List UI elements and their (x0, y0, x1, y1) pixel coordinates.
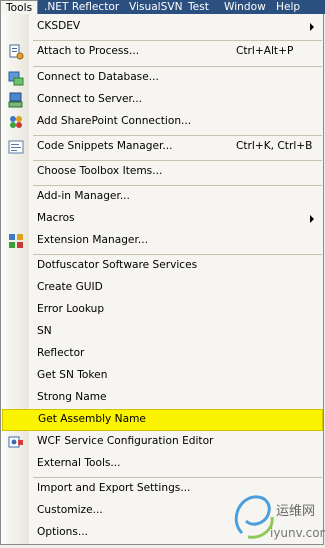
watermark-cn-text: 运维网 (276, 504, 315, 519)
server-icon (8, 92, 23, 108)
menu-item-label: Attach to Process... (37, 45, 140, 57)
menu-item-label: Add SharePoint Connection... (37, 115, 192, 127)
menu-item-macros[interactable]: Macros (1, 208, 323, 230)
database-icon (8, 71, 24, 86)
menu-item-label: Code Snippets Manager... (37, 140, 173, 152)
menu-window[interactable]: Window (224, 0, 266, 14)
menu-item-label: Options... (37, 526, 88, 538)
menu-item-label: Import and Export Settings... (37, 482, 191, 494)
snippets-icon (8, 140, 24, 154)
menu-item-label: External Tools... (37, 457, 121, 469)
menu-item-dotfuscator[interactable]: Dotfuscator Software Services (1, 255, 323, 277)
menu-item-label: Reflector (37, 347, 85, 359)
menu-item-label: Connect to Database... (37, 71, 159, 83)
menu-item-label: Customize... (37, 504, 103, 516)
menu-item-create-guid[interactable]: Create GUID (1, 277, 323, 299)
menu-item-wcf-config-editor[interactable]: WCF Service Configuration Editor (1, 431, 323, 453)
extension-manager-icon (9, 234, 23, 248)
menu-item-error-lookup[interactable]: Error Lookup (1, 299, 323, 321)
attach-process-icon (9, 44, 24, 60)
menu-item-label: Create GUID (37, 281, 103, 293)
menu-item-strong-name[interactable]: Strong Name (1, 387, 323, 409)
sharepoint-icon (10, 116, 22, 128)
menu-item-label: Choose Toolbox Items... (37, 165, 163, 177)
menu-tools[interactable]: Tools (0, 0, 38, 15)
menu-test[interactable]: Test (188, 0, 209, 14)
shortcut-text: Ctrl+K, Ctrl+B (236, 140, 313, 152)
menu-item-external-tools[interactable]: External Tools... (1, 453, 323, 475)
menu-item-connect-database[interactable]: Connect to Database... (1, 67, 323, 89)
menu-item-label: Get Assembly Name (38, 413, 146, 425)
menu-visualsvn[interactable]: VisualSVN (129, 0, 183, 14)
menu-item-label: Get SN Token (37, 369, 108, 381)
menu-item-reflector[interactable]: Reflector (1, 343, 323, 365)
site-watermark: 运维网 iyunv.com (228, 493, 325, 545)
menu-item-choose-toolbox[interactable]: Choose Toolbox Items... (1, 161, 323, 183)
wcf-icon (8, 436, 23, 448)
menu-item-label: WCF Service Configuration Editor (37, 435, 214, 447)
menu-item-label: CKSDEV (37, 20, 81, 32)
menu-item-label: Add-in Manager... (37, 190, 130, 202)
menu-item-label: Dotfuscator Software Services (37, 259, 198, 271)
menu-help[interactable]: Help (276, 0, 300, 14)
menu-item-label: Extension Manager... (37, 234, 148, 246)
menu-item-cksdev[interactable]: CKSDEV (1, 16, 323, 38)
menu-item-code-snippets[interactable]: Code Snippets Manager... Ctrl+K, Ctrl+B (1, 136, 323, 158)
menu-item-attach-to-process[interactable]: Attach to Process... Ctrl+Alt+P (1, 41, 323, 63)
menu-item-label: Connect to Server... (37, 93, 143, 105)
menu-item-extension-manager[interactable]: Extension Manager... (1, 230, 323, 252)
menu-bar: Tools .NET Reflector VisualSVN Test Wind… (0, 0, 325, 15)
menu-net-reflector[interactable]: .NET Reflector (44, 0, 119, 14)
menu-item-sn[interactable]: SN (1, 321, 323, 343)
submenu-arrow-icon (310, 23, 314, 31)
menu-item-add-sharepoint[interactable]: Add SharePoint Connection... (1, 111, 323, 133)
submenu-arrow-icon (310, 215, 314, 223)
menu-item-connect-server[interactable]: Connect to Server... (1, 89, 323, 111)
menu-item-get-assembly-name[interactable]: Get Assembly Name (2, 409, 323, 431)
menu-item-label: Strong Name (37, 391, 107, 403)
shortcut-text: Ctrl+Alt+P (236, 45, 294, 57)
tools-dropdown-menu: CKSDEV Attach to Process... Ctrl+Alt+P C… (0, 14, 324, 545)
menu-item-label: Error Lookup (37, 303, 105, 315)
watermark-url-text: iyunv.com (270, 526, 325, 540)
menu-item-label: SN (37, 325, 52, 337)
menu-item-addin-manager[interactable]: Add-in Manager... (1, 186, 323, 208)
menu-item-label: Macros (37, 212, 75, 224)
watermark-logo-icon: 运维网 iyunv.com (234, 495, 325, 540)
menu-item-get-sn-token[interactable]: Get SN Token (1, 365, 323, 387)
